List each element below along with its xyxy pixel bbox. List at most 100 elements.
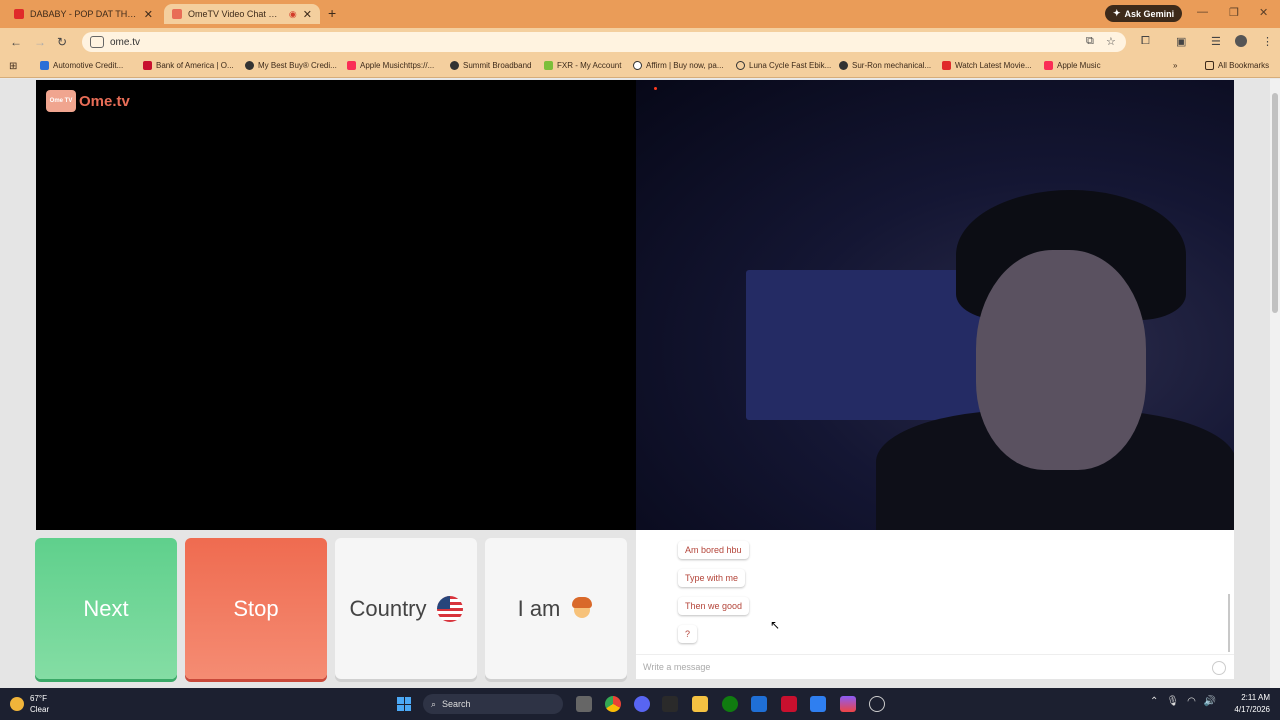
stranger-video [636,80,1234,530]
menu-icon[interactable]: ⋮ [1262,35,1273,48]
new-tab-button[interactable]: + [328,5,336,21]
file-explorer-icon[interactable] [692,696,708,712]
close-tab-icon[interactable]: ✕ [303,8,312,21]
windows-start-icon[interactable] [397,697,411,711]
tab-dababy[interactable]: DABABY - POP DAT THANG (Of ✕ [6,4,161,24]
install-app-icon[interactable]: ⧉ [1086,35,1094,48]
app-icon[interactable] [840,696,856,712]
bookmark-item[interactable]: Summit Broadband [450,61,531,70]
task-view-icon[interactable] [576,696,592,712]
logo-text: Ome.tv [79,92,130,110]
address-bar[interactable]: ome.tv [82,32,1126,52]
extensions-icon[interactable]: ⧠ [1141,35,1150,48]
all-bookmarks[interactable]: All Bookmarks [1205,61,1269,70]
youtube-icon [14,9,24,19]
next-label: Next [83,595,129,621]
stop-button[interactable]: Stop [185,538,327,679]
tab-ometv[interactable]: OmeTV Video Chat — Omeg ◉ ✕ [164,4,320,24]
close-window-icon[interactable]: ✕ [1259,6,1268,19]
bookmark-star-icon[interactable]: ☆ [1106,35,1116,48]
site-info-icon[interactable] [90,36,104,48]
chat-message: Am bored hbu [678,541,749,559]
bookmark-item[interactable]: FXR - My Account [544,61,621,70]
bookmark-item[interactable]: Apple Musichttps://... [347,61,434,70]
netflix-icon[interactable] [781,696,797,712]
microphone-icon[interactable]: 🎙 [1166,696,1179,707]
emoji-icon[interactable] [1212,661,1226,675]
profile-avatar[interactable] [1235,35,1247,47]
maximize-icon[interactable]: ❐ [1229,6,1239,19]
zoom-icon[interactable] [751,696,767,712]
tv-icon: Ome TV [46,90,76,112]
compose-placeholder: Write a message [643,662,711,672]
country-button[interactable]: Country [335,538,477,679]
more-bookmarks-icon[interactable]: » [1173,61,1177,70]
bookmark-item[interactable]: Automotive Credit... [40,61,123,70]
bookmarks-bar: ⊞ Automotive Credit... Bank of America |… [0,56,1280,78]
boy-emoji-icon [570,596,594,622]
close-tab-icon[interactable]: ✕ [144,8,153,21]
bookmark-item[interactable]: Apple Music [1044,61,1101,70]
capcut-icon[interactable] [662,696,678,712]
page-scrollbar[interactable] [1270,79,1280,688]
music-icon [347,61,356,70]
back-icon[interactable]: ← [10,35,22,49]
own-video: Ome TV Ome.tv [36,80,636,530]
ask-gemini-button[interactable]: ✦ Ask Gemini [1105,5,1183,22]
affirm-icon [633,61,642,70]
video-scene [976,250,1146,470]
bookmark-item[interactable]: Bank of America | O... [143,61,234,70]
browser-toolbar: ← → ↻ ome.tv ⧉ ☆ ⧠ ▣ ☰ ⋮ [0,28,1280,56]
volume-icon[interactable]: 🔊 [1204,696,1216,707]
apps-grid-icon[interactable]: ⊞ [9,61,17,72]
next-button[interactable]: Next [35,538,177,679]
sidepanel-icon[interactable]: ▣ [1176,35,1186,48]
time: 2:11 AM [1241,693,1270,702]
stop-label: Stop [233,595,279,621]
music-icon [1044,61,1053,70]
scrollbar-thumb[interactable] [1272,93,1278,313]
search-icon: ⌕ [431,698,437,709]
bookmark-item[interactable]: Sur-Ron mechanical... [839,61,931,70]
tab-title: DABABY - POP DAT THANG (Of [30,9,138,19]
clock[interactable]: 2:11 AM 4/17/2026 [1230,692,1270,716]
ometv-page: Ome TV Ome.tv Next Stop Country I am Am … [0,79,1280,688]
windows-taskbar: 67°F Clear ⌕ Search ⌃ 🎙 ◠ 🔊 2:11 AM 4/17… [0,688,1280,720]
luna-icon [736,61,745,70]
discord-icon[interactable] [634,696,650,712]
bookmark-item[interactable]: Luna Cycle Fast Ebik... [736,61,831,70]
downloads-icon[interactable]: ☰ [1211,35,1221,48]
globe-icon [839,61,848,70]
taskbar-search[interactable]: ⌕ Search [423,694,563,714]
chevron-up-icon[interactable]: ⌃ [1150,696,1158,707]
system-tray[interactable]: ⌃ 🎙 ◠ 🔊 [1150,696,1216,707]
mouse-cursor-icon: ↖ [770,618,781,632]
ometv-logo[interactable]: Ome TV Ome.tv [46,90,130,112]
bookmark-item[interactable]: My Best Buy® Credi... [245,61,337,70]
temperature: 67°F [30,694,47,703]
country-label: Country [349,595,427,621]
tab-title: OmeTV Video Chat — Omeg [188,9,283,19]
movie-icon [942,61,951,70]
chat-scrollbar[interactable] [1228,594,1230,652]
recording-icon: ◉ [288,8,297,19]
wifi-icon[interactable]: ◠ [1187,696,1196,707]
xbox-icon[interactable] [722,696,738,712]
gender-button[interactable]: I am [485,538,627,679]
search-label: Search [442,699,471,709]
message-input[interactable]: Write a message [636,654,1234,679]
bookmark-item[interactable]: Affirm | Buy now, pa... [633,61,724,70]
reload-icon[interactable]: ↻ [57,35,67,49]
chrome-icon[interactable] [605,696,621,712]
ask-gemini-label: Ask Gemini [1124,8,1175,19]
minimize-icon[interactable]: — [1197,6,1208,18]
messaging-icon[interactable] [810,696,826,712]
forward-icon[interactable]: → [34,35,46,49]
sparkle-icon: ✦ [1113,8,1121,18]
settings-icon[interactable] [869,696,885,712]
chat-message: Type with me [678,569,746,587]
weather-widget[interactable]: 67°F Clear [10,693,49,715]
bookmark-item[interactable]: Watch Latest Movie... [942,61,1032,70]
tab-bar: DABABY - POP DAT THANG (Of ✕ OmeTV Video… [0,0,1280,28]
chat-message: ? [678,625,698,643]
